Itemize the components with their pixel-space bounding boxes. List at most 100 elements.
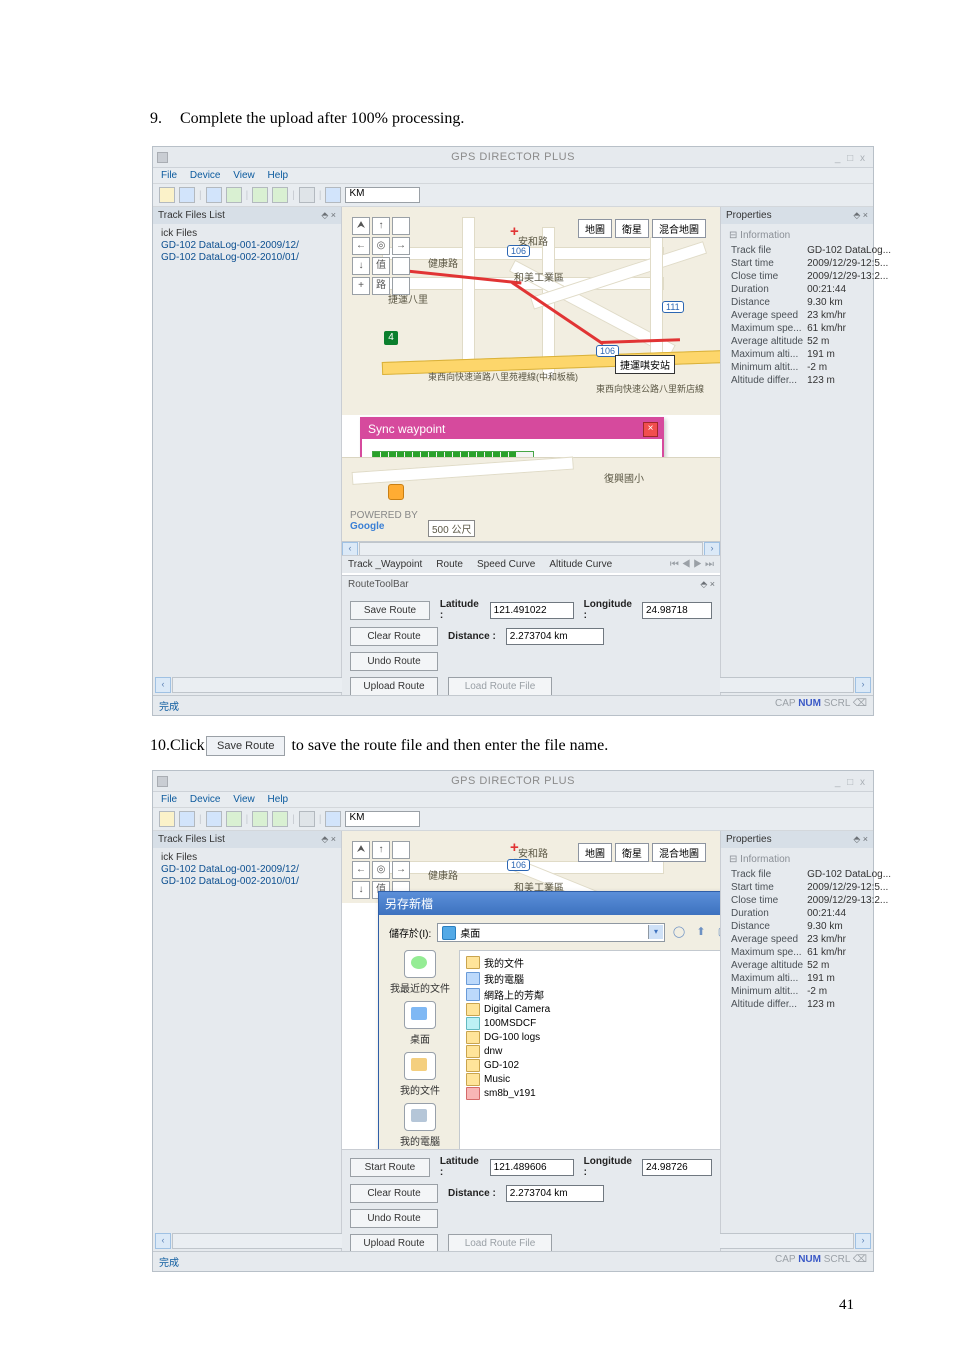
menu-file[interactable]: File — [161, 170, 177, 181]
properties-table: Track fileGD-102 DataLog... Start time20… — [729, 244, 893, 387]
dialog-title: 另存新檔 — [385, 897, 433, 911]
toolbar-sync-icon[interactable] — [226, 187, 242, 203]
menu-bar: File Device View Help — [153, 168, 873, 183]
save-route-button[interactable]: Save Route — [350, 601, 430, 620]
maptab-sat[interactable]: 衛星 — [615, 219, 649, 238]
place-recent[interactable]: 我最近的文件 — [390, 950, 450, 995]
tab-altitude-curve[interactable]: Altitude Curve — [549, 559, 612, 570]
map-scale: 500 公尺 — [428, 520, 475, 537]
map-hscroll[interactable]: ‹› — [342, 541, 720, 556]
track-file-item[interactable]: GD-102 DataLog-002-2010/01/ — [161, 876, 337, 887]
step10-b: to save the route file and then enter th… — [291, 737, 608, 755]
desktop-icon — [442, 926, 456, 940]
track-file-item[interactable]: GD-102 DataLog-001-2009/12/ — [161, 240, 337, 251]
lat-label: Latitude : — [440, 599, 480, 621]
lon-label: Longitude : — [584, 599, 632, 621]
home-marker-icon — [388, 484, 404, 500]
prop-row: Track fileGD-102 DataLog... — [729, 244, 893, 257]
toolbar-open-icon[interactable] — [159, 187, 175, 203]
start-route-button[interactable]: Start Route — [350, 1158, 430, 1177]
center-pane: + 106 106 111 4 健康路 安和路 和美工業區 捷運八里 捷運唭安站… — [342, 207, 720, 695]
maptab-map[interactable]: 地圖 — [578, 219, 612, 238]
unit-select[interactable]: KM — [345, 811, 420, 827]
pin-close-icon[interactable]: ⬘ × — [321, 210, 336, 221]
poi-label: 復興國小 — [604, 470, 644, 485]
maptab-hybrid[interactable]: 混合地圖 — [652, 219, 706, 238]
google-logo: POWERED BYGoogle — [350, 510, 418, 532]
toolbar-refresh-icon[interactable] — [299, 187, 315, 203]
clear-route-button[interactable]: Clear Route — [350, 1184, 438, 1203]
street-label: 安和路 — [518, 233, 548, 248]
menu-help[interactable]: Help — [268, 170, 289, 181]
longitude-input[interactable] — [642, 602, 712, 619]
prop-row: Maximum spe...61 km/hr — [729, 322, 893, 335]
toolbar-help-icon[interactable] — [325, 187, 341, 203]
map-lower[interactable]: 復興國小 POWERED BYGoogle 500 公尺 — [342, 457, 720, 542]
distance-input[interactable] — [506, 1185, 604, 1202]
window-controls[interactable]: _ □ x — [835, 149, 867, 169]
menu-device[interactable]: Device — [190, 794, 221, 805]
tab-speed-curve[interactable]: Speed Curve — [477, 559, 535, 570]
prop-row: Average speed23 km/hr — [729, 309, 893, 322]
window-title: GPS DIRECTOR PLUS — [451, 151, 575, 163]
upload-route-button[interactable]: Upload Route — [350, 677, 438, 695]
station-label: 捷運唭安站 — [615, 355, 675, 374]
app-icon — [157, 152, 168, 163]
load-route-file-button[interactable]: Load Route File — [448, 1234, 552, 1251]
prop-row: Average altitude52 m — [729, 335, 893, 348]
close-icon[interactable]: × — [643, 422, 658, 437]
menu-help[interactable]: Help — [268, 794, 289, 805]
savein-label: 儲存於(I): — [389, 925, 431, 940]
undo-route-button[interactable]: Undo Route — [350, 652, 438, 671]
menu-view[interactable]: View — [233, 170, 255, 181]
inline-save-route-button: Save Route — [206, 736, 285, 756]
place-documents[interactable]: 我的文件 — [400, 1052, 440, 1097]
step10-a: Click — [170, 737, 205, 754]
upload-route-button[interactable]: Upload Route — [350, 1234, 438, 1251]
latitude-input[interactable] — [490, 1159, 574, 1176]
new-folder-icon[interactable]: ▢ — [715, 925, 720, 941]
up-icon[interactable]: ⬆ — [693, 925, 709, 941]
playback-controls[interactable]: ⏮ ◀ ▶ ⏭ — [670, 559, 714, 570]
distance-input[interactable] — [506, 628, 604, 645]
track-file-item[interactable]: GD-102 DataLog-002-2010/01/ — [161, 252, 337, 263]
pin-close-icon[interactable]: ⬘ × — [700, 579, 715, 590]
prop-row: Start time2009/12/29-12:5... — [729, 257, 893, 270]
pin-close-icon[interactable]: ⬘ × — [853, 210, 868, 221]
route-shield-111: 111 — [662, 301, 684, 313]
place-desktop[interactable]: 桌面 — [404, 1001, 436, 1046]
latitude-input[interactable] — [490, 602, 574, 619]
track-list-header: Track Files List⬘ × — [153, 207, 341, 224]
map-type-tabs[interactable]: 地圖 衛星 混合地圖 — [578, 219, 706, 238]
prop-category: ⊟ Information — [729, 230, 869, 241]
map-view[interactable]: + 106 106 111 4 健康路 安和路 和美工業區 捷運八里 捷運唭安站… — [342, 207, 720, 415]
toolbar-earth-icon[interactable] — [252, 187, 268, 203]
prop-row: Maximum alti...191 m — [729, 348, 893, 361]
street-label: 健康路 — [428, 255, 458, 270]
menu-file[interactable]: File — [161, 794, 177, 805]
savein-combo[interactable]: 桌面▾ — [437, 923, 665, 942]
place-computer[interactable]: 我的電腦 — [400, 1103, 440, 1148]
load-route-file-button[interactable]: Load Route File — [448, 677, 552, 695]
tab-track-waypoint[interactable]: Track _Waypoint — [348, 559, 422, 570]
prop-row: Close time2009/12/29-13:2... — [729, 270, 893, 283]
undo-route-button[interactable]: Undo Route — [350, 1209, 438, 1228]
map-nav-controls[interactable]: ⮝↑ ←◎→ ↓值 +路 — [352, 217, 410, 295]
routetool-title: RouteToolBar — [348, 579, 409, 590]
track-subtitle: ick Files — [161, 228, 337, 239]
toolbar-download-icon[interactable] — [206, 187, 222, 203]
back-icon[interactable]: ◯ — [671, 925, 687, 941]
app-window-2: GPS DIRECTOR PLUS_ □ x File Device View … — [152, 770, 874, 1272]
right-pane: Properties⬘ × ⊟ Information Track fileGD… — [720, 207, 873, 695]
menu-view[interactable]: View — [233, 794, 255, 805]
toolbar-add-icon[interactable] — [272, 187, 288, 203]
unit-select[interactable]: KM — [345, 187, 420, 203]
properties-header: Properties⬘ × — [721, 207, 873, 224]
menu-device[interactable]: Device — [190, 170, 221, 181]
track-file-item[interactable]: GD-102 DataLog-001-2009/12/ — [161, 864, 337, 875]
track-files-list: ick Files GD-102 DataLog-001-2009/12/ GD… — [153, 224, 341, 268]
toolbar-save-icon[interactable] — [179, 187, 195, 203]
longitude-input[interactable] — [642, 1159, 712, 1176]
clear-route-button[interactable]: Clear Route — [350, 627, 438, 646]
tab-route[interactable]: Route — [436, 559, 463, 570]
